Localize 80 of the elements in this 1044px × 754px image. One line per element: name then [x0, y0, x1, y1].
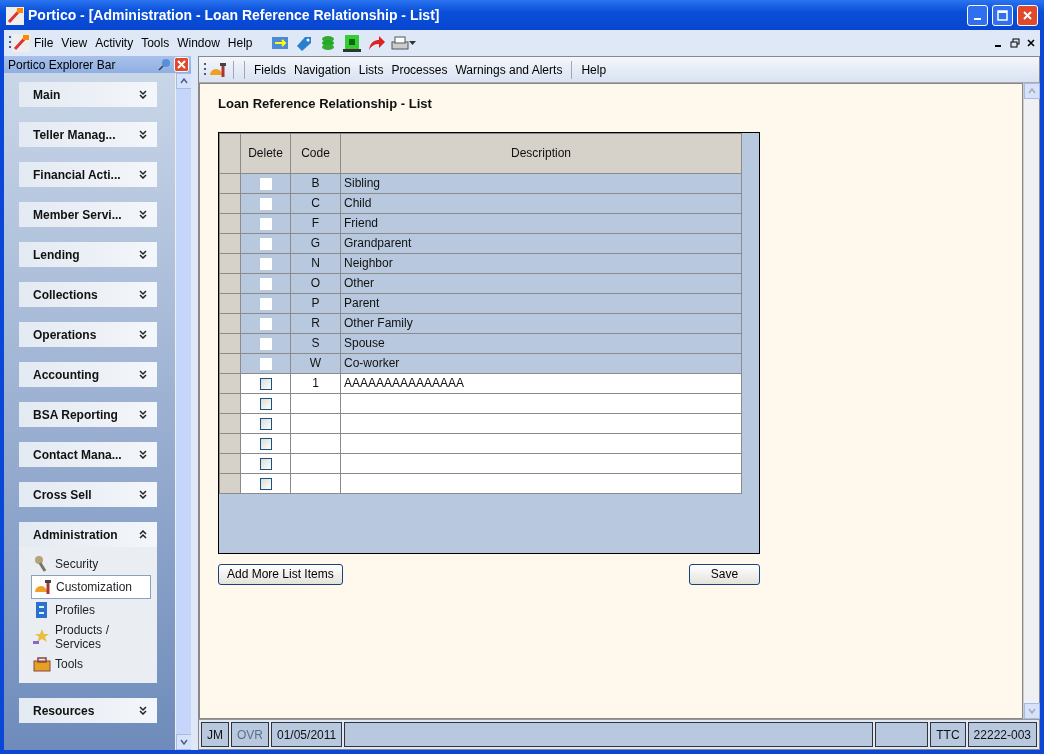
maximize-icon	[997, 9, 1008, 21]
nav-item[interactable]: Customization	[31, 575, 151, 599]
menu-item[interactable]: Help	[223, 34, 257, 52]
tag-icon[interactable]	[294, 34, 313, 52]
section-header[interactable]: Main	[19, 82, 157, 107]
restore-icon[interactable]	[1010, 38, 1020, 48]
menu-item[interactable]: File	[30, 34, 58, 52]
table-cell: Co-worker	[340, 353, 742, 373]
maximize-button[interactable]	[992, 4, 1013, 26]
app-logo-icon[interactable]	[12, 34, 30, 52]
delete-checkbox[interactable]	[259, 397, 272, 410]
table-cell: Neighbor	[340, 253, 742, 273]
menu-item[interactable]: View	[57, 34, 92, 52]
section-header[interactable]: Cross Sell	[19, 482, 157, 507]
page-title: Loan Reference Relationship - List	[218, 95, 433, 113]
redo-arrow-icon[interactable]	[366, 34, 385, 52]
column-header: Code	[290, 133, 341, 173]
transfer-icon[interactable]	[270, 34, 289, 52]
section-header[interactable]: Lending	[19, 242, 157, 267]
table-cell: Other Family	[340, 313, 742, 333]
section-header[interactable]: Collections	[19, 282, 157, 307]
toolbar-menu-item[interactable]: Processes	[388, 60, 451, 79]
section-header[interactable]: Financial Acti...	[19, 162, 157, 187]
section-header[interactable]: Accounting	[19, 362, 157, 387]
close-button[interactable]	[1017, 4, 1038, 26]
toolbar-menu-item[interactable]: Help	[578, 60, 610, 79]
toolbar-menu-item[interactable]: Navigation	[291, 60, 354, 79]
delete-checkbox[interactable]	[259, 417, 272, 430]
nav-item[interactable]: Products / Services	[31, 621, 151, 653]
table-cell: Grandparent	[340, 233, 742, 253]
minimize-button[interactable]	[967, 4, 988, 26]
status-panel: TTC	[930, 722, 966, 747]
delete-checkbox[interactable]	[259, 457, 272, 470]
star-hand-icon	[33, 628, 51, 646]
window-title: Portico - [Administration - Loan Reference Relationship - List]	[28, 5, 440, 25]
status-panel: 01/05/2011	[271, 722, 343, 747]
column-header: Delete	[240, 133, 291, 173]
close-icon	[1022, 9, 1033, 21]
section-header[interactable]: Administration	[19, 522, 157, 547]
section-header[interactable]: Member Servi...	[19, 202, 157, 227]
toolbar-menu-item[interactable]: Lists	[355, 60, 387, 79]
hard-hat-hammer-icon	[34, 578, 52, 596]
section-header[interactable]: Operations	[19, 322, 157, 347]
table-cell: Other	[340, 273, 742, 293]
hard-hat-hammer-icon[interactable]	[209, 60, 227, 79]
menu-item[interactable]: Tools	[137, 34, 174, 52]
table-cell: Friend	[340, 213, 742, 233]
delete-checkbox[interactable]	[259, 437, 272, 450]
toolbar-menu-item[interactable]: Warnings and Alerts	[452, 60, 566, 79]
table-cell: AAAAAAAAAAAAAAA	[340, 373, 742, 393]
table-cell: Sibling	[340, 173, 742, 193]
delete-checkbox[interactable]	[259, 377, 272, 390]
minimize-icon	[974, 18, 981, 20]
explorer-bar-title: Portico Explorer Bar	[8, 56, 116, 74]
menu-item[interactable]: Window	[173, 34, 224, 52]
cash-drawer-icon[interactable]	[342, 34, 361, 52]
nav-item[interactable]: Profiles	[31, 599, 151, 621]
caret-icon[interactable]	[408, 40, 416, 46]
section-header[interactable]: BSA Reporting	[19, 402, 157, 427]
app-logo-icon	[6, 6, 24, 25]
toolbox-icon	[33, 655, 51, 673]
table-cell: Spouse	[340, 333, 742, 353]
nav-item[interactable]: Security	[31, 553, 151, 575]
delete-checkbox[interactable]	[259, 477, 272, 490]
menu-item[interactable]: Activity	[91, 34, 138, 52]
close-icon[interactable]	[1026, 38, 1036, 48]
section-header[interactable]: Contact Mana...	[19, 442, 157, 467]
printer-icon[interactable]	[390, 34, 409, 52]
nav-item[interactable]: Tools	[31, 653, 151, 675]
status-panel: JM	[201, 722, 229, 747]
status-panel: 22222-003	[967, 722, 1037, 747]
table-cell: Parent	[340, 293, 742, 313]
add-items-button[interactable]: Add More List Items	[218, 563, 343, 585]
status-panel: OVR	[231, 722, 269, 747]
toolbar-menu-item[interactable]: Fields	[251, 60, 289, 79]
section-header[interactable]: Resources	[19, 698, 157, 723]
table-cell: Child	[340, 193, 742, 213]
column-header: Description	[340, 133, 742, 173]
section-header[interactable]: Teller Manag...	[19, 122, 157, 147]
save-button[interactable]: Save	[689, 563, 760, 585]
